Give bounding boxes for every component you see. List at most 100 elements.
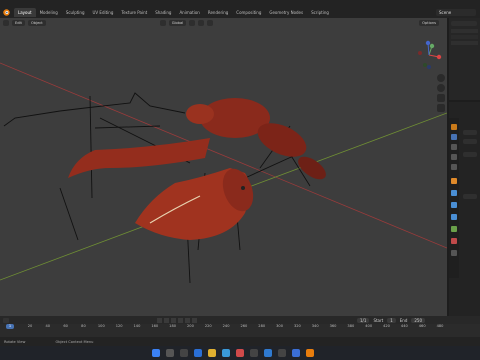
- timeline-tick-label: 320: [293, 324, 301, 328]
- tab-layout[interactable]: Layout: [14, 8, 36, 17]
- timeline-tick-label: 120: [115, 324, 123, 328]
- outliner-search-input[interactable]: [451, 21, 477, 26]
- properties-field[interactable]: [463, 152, 477, 157]
- particles-tab-icon[interactable]: [451, 202, 457, 208]
- app-icon[interactable]: [250, 349, 258, 357]
- timeline-tick-label: 400: [365, 324, 373, 328]
- timeline-tick-label: 280: [258, 324, 266, 328]
- end-frame-field[interactable]: 250: [411, 317, 426, 323]
- timeline-tick-label: 20: [27, 324, 33, 328]
- tab-texture-paint[interactable]: Texture Paint: [117, 8, 151, 17]
- system-tray[interactable]: [440, 349, 470, 357]
- tab-scripting[interactable]: Scripting: [307, 8, 333, 17]
- timeline-header: 1/1 Start 1 End 250: [0, 316, 480, 324]
- taskview-icon[interactable]: [180, 349, 188, 357]
- material-tab-icon[interactable]: [451, 238, 457, 244]
- navigation-gizmo[interactable]: [414, 40, 444, 70]
- timeline-tick-label: 360: [329, 324, 337, 328]
- render-tab-icon[interactable]: [451, 134, 457, 140]
- outliner-row[interactable]: [451, 41, 478, 45]
- tab-geometry-nodes[interactable]: Geometry Nodes: [265, 8, 307, 17]
- properties-field[interactable]: [463, 130, 477, 135]
- properties-field[interactable]: [463, 194, 477, 199]
- timeline-tick-label: 440: [400, 324, 408, 328]
- prev-keyframe-icon[interactable]: [164, 317, 169, 323]
- outliner-row[interactable]: [451, 35, 478, 39]
- start-icon[interactable]: [152, 349, 160, 357]
- blender-logo-icon[interactable]: [2, 8, 11, 17]
- timeline-tick-label: 260: [240, 324, 248, 328]
- 3d-viewport[interactable]: Edit Object Global Options: [0, 18, 447, 316]
- search-icon[interactable]: [166, 349, 174, 357]
- timeline-tick-label: 200: [186, 324, 194, 328]
- outliner-panel[interactable]: [449, 18, 480, 100]
- timeline-tick-label: 140: [133, 324, 141, 328]
- playback-controls: [157, 317, 197, 323]
- scene-canvas: [0, 62, 447, 284]
- data-tab-icon[interactable]: [451, 226, 457, 232]
- tab-shading[interactable]: Shading: [151, 8, 175, 17]
- timeline-menu-icon[interactable]: [3, 317, 9, 323]
- timeline-ruler: 20 40 60 80 100 120 140 160 180 200 220 240 260 280 30…: [0, 324, 480, 328]
- scene-selector[interactable]: Scene: [436, 9, 476, 16]
- timeline-tick-label: 160: [151, 324, 159, 328]
- pan-hand-icon[interactable]: [437, 84, 445, 92]
- timeline-tick-label: 100: [97, 324, 105, 328]
- end-label: End: [399, 317, 408, 323]
- tab-sculpting[interactable]: Sculpting: [62, 8, 89, 17]
- tab-uv-editing[interactable]: UV Editing: [89, 8, 118, 17]
- timeline-tick-label: 480: [436, 324, 444, 328]
- app-icon[interactable]: [278, 349, 286, 357]
- outliner-row[interactable]: [451, 29, 478, 33]
- camera-view-icon[interactable]: [437, 94, 445, 102]
- tab-rendering[interactable]: Rendering: [204, 8, 232, 17]
- timeline-tick-label: 220: [204, 324, 212, 328]
- browser-icon[interactable]: [194, 349, 202, 357]
- status-bar: Rotate View Object Context Menu: [0, 337, 480, 346]
- scene-tab-icon[interactable]: [451, 154, 457, 160]
- timeline-tick-label: 340: [311, 324, 319, 328]
- next-keyframe-icon[interactable]: [185, 317, 190, 323]
- timeline-tick-label: 180: [169, 324, 177, 328]
- store-icon[interactable]: [222, 349, 230, 357]
- jump-start-icon[interactable]: [157, 317, 162, 323]
- properties-tab-bar: [449, 118, 459, 278]
- properties-field[interactable]: [463, 139, 477, 144]
- app-icon[interactable]: [292, 349, 300, 357]
- physics-tab-icon[interactable]: [451, 214, 457, 220]
- zoom-icon[interactable]: [437, 74, 445, 82]
- tab-modeling[interactable]: Modeling: [36, 8, 62, 17]
- blender-taskbar-icon[interactable]: [306, 349, 314, 357]
- os-taskbar: [0, 346, 480, 360]
- timeline-tick-label: 460: [418, 324, 426, 328]
- current-frame-field[interactable]: 1/1: [357, 317, 370, 323]
- output-tab-icon[interactable]: [451, 144, 457, 150]
- timeline-tick-label: 60: [63, 324, 68, 328]
- scene-name: Scene: [439, 10, 452, 15]
- world-tab-icon[interactable]: [451, 164, 457, 170]
- play-reverse-icon[interactable]: [171, 317, 176, 323]
- crayfish-model[interactable]: [68, 98, 330, 240]
- timeline-tick-label: 240: [222, 324, 230, 328]
- timeline-tick-label: 380: [347, 324, 355, 328]
- timeline-tick-label: 80: [81, 324, 86, 328]
- modifier-tab-icon[interactable]: [451, 190, 457, 196]
- grid-view-icon[interactable]: [437, 104, 445, 112]
- folder-icon[interactable]: [208, 349, 216, 357]
- tab-compositing[interactable]: Compositing: [232, 8, 265, 17]
- tool-tab-icon[interactable]: [451, 124, 457, 130]
- jump-end-icon[interactable]: [192, 317, 197, 323]
- object-tab-icon[interactable]: [451, 178, 457, 184]
- tab-animation[interactable]: Animation: [175, 8, 203, 17]
- timeline-tick-label: 420: [383, 324, 390, 328]
- frame-range: 1/1 Start 1 End 250: [357, 317, 426, 323]
- status-left: Rotate View: [4, 339, 26, 344]
- app-icon[interactable]: [264, 349, 272, 357]
- start-frame-field[interactable]: 1: [387, 317, 396, 323]
- top-bar: Layout Modeling Sculpting UV Editing Texture…: [0, 0, 480, 18]
- play-icon[interactable]: [178, 317, 183, 323]
- timeline-tick-label: 300: [276, 324, 283, 328]
- timeline-tick-label: 40: [45, 324, 51, 328]
- texture-tab-icon[interactable]: [451, 250, 457, 256]
- app-icon[interactable]: [236, 349, 244, 357]
